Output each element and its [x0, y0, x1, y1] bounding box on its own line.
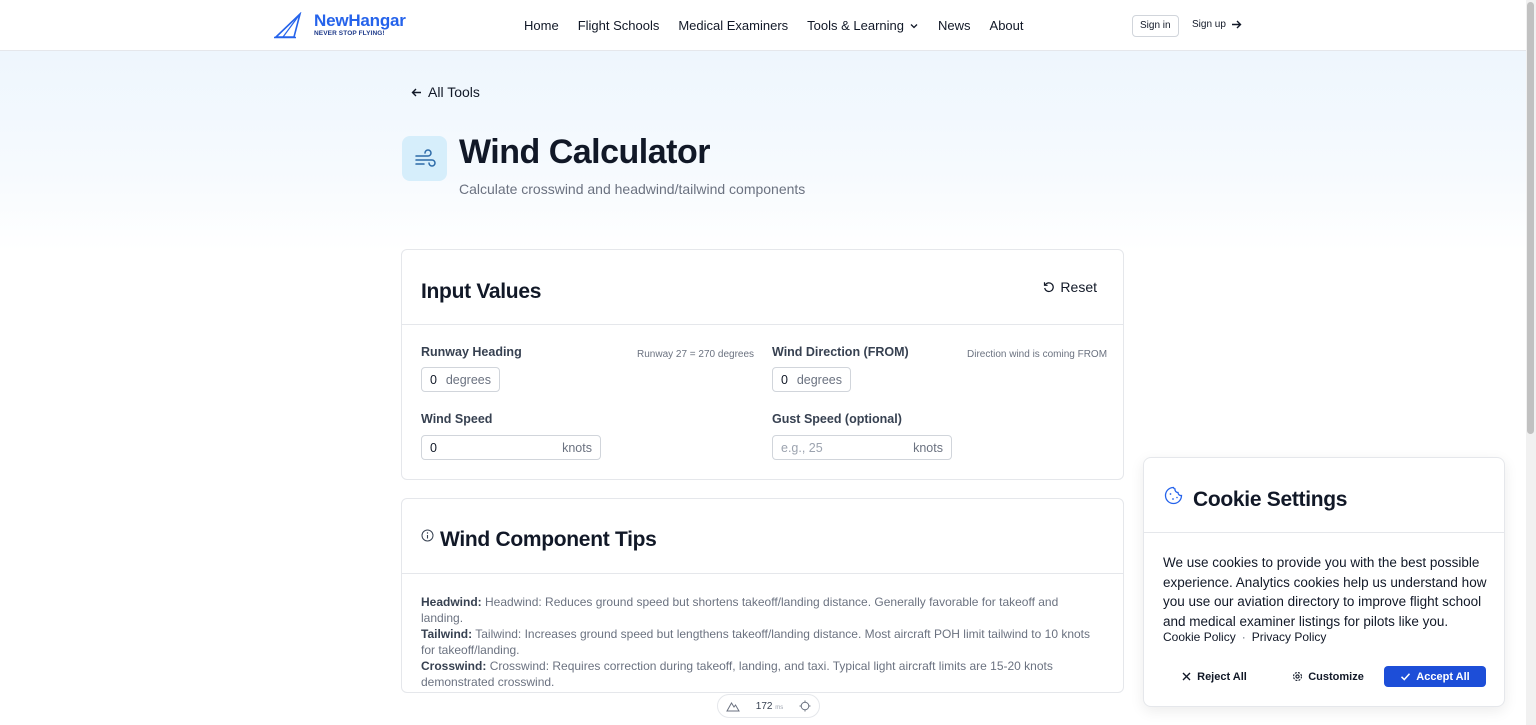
- perf-value: 172: [755, 700, 773, 712]
- reset-icon: [1044, 282, 1055, 292]
- site-header: NewHangar NEVER STOP FLYING! Home Flight…: [0, 0, 1526, 51]
- privacy-policy-link[interactable]: Privacy Policy: [1252, 630, 1327, 644]
- runway-heading-unit: degrees: [445, 372, 491, 387]
- sign-up-button[interactable]: Sign up: [1192, 19, 1242, 30]
- wind-direction-value: 0: [781, 372, 788, 387]
- sign-up-label: Sign up: [1192, 19, 1226, 30]
- runway-heading-hint: Runway 27 = 270 degrees: [637, 349, 755, 360]
- card-divider: [402, 324, 1123, 325]
- crosshair-icon: [799, 700, 811, 712]
- cookie-settings-panel: Cookie Settings We use cookies to provid…: [1143, 457, 1505, 707]
- tip-crosswind-text: Crosswind: Requires correction during ta…: [421, 659, 1053, 689]
- reset-label: Reset: [1060, 279, 1097, 295]
- wind-direction-unit: degrees: [796, 372, 842, 387]
- tip-tailwind: Tailwind: Tailwind: Increases ground spe…: [421, 626, 1101, 658]
- arrow-right-icon: [1231, 20, 1242, 29]
- cookie-title: Cookie Settings: [1193, 488, 1348, 511]
- wind-tips-card: Wind Component Tips Headwind: Headwind: …: [401, 498, 1124, 693]
- reject-all-button[interactable]: Reject All: [1178, 666, 1250, 687]
- gust-speed-label: Gust Speed (optional): [772, 412, 902, 426]
- perf-badge[interactable]: 172 ms: [717, 694, 820, 718]
- back-label: All Tools: [428, 84, 480, 100]
- wind-tips-title: Wind Component Tips: [440, 528, 657, 551]
- back-to-all-tools-link[interactable]: All Tools: [411, 84, 480, 100]
- nav-news[interactable]: News: [938, 18, 971, 33]
- wind-direction-hint: Direction wind is coming FROM: [967, 349, 1108, 360]
- tip-crosswind-label: Crosswind:: [421, 659, 487, 673]
- logo-name: NewHangar: [314, 11, 406, 30]
- nav-about[interactable]: About: [990, 18, 1024, 33]
- accept-all-button[interactable]: Accept All: [1384, 666, 1486, 687]
- main-nav: Home Flight Schools Medical Examiners To…: [524, 18, 1043, 33]
- scrollbar-thumb[interactable]: [1527, 2, 1534, 434]
- check-icon: [1401, 673, 1411, 681]
- logo-tagline: NEVER STOP FLYING!: [314, 30, 385, 37]
- logo[interactable]: NewHangar NEVER STOP FLYING!: [274, 12, 406, 39]
- wind-speed-input[interactable]: 0 knots: [421, 435, 601, 460]
- gust-speed-placeholder: e.g., 25: [781, 440, 823, 455]
- cookie-text: We use cookies to provide you with the b…: [1163, 555, 1487, 629]
- tip-tailwind-text: Tailwind: Increases ground speed but len…: [421, 627, 1091, 657]
- page-subtitle: Calculate crosswind and headwind/tailwin…: [459, 181, 806, 197]
- cookie-icon: [1164, 486, 1183, 505]
- nav-medical-examiners[interactable]: Medical Examiners: [678, 18, 788, 33]
- close-icon: [1182, 672, 1191, 681]
- arrow-left-icon: [411, 88, 421, 96]
- reject-all-label: Reject All: [1197, 670, 1247, 683]
- tip-headwind-label: Headwind:: [421, 595, 482, 609]
- sign-in-button[interactable]: Sign in: [1132, 15, 1179, 37]
- wind-speed-value: 0: [430, 440, 437, 455]
- tip-crosswind: Crosswind: Crosswind: Requires correctio…: [421, 658, 1101, 690]
- page-title: Wind Calculator: [459, 133, 711, 171]
- runway-heading-value: 0: [430, 372, 437, 387]
- gust-speed-input[interactable]: e.g., 25 knots: [772, 435, 952, 460]
- link-separator: ·: [1241, 630, 1246, 644]
- wind-icon: [414, 148, 436, 167]
- nav-tools-learning-label: Tools & Learning: [807, 18, 905, 33]
- nav-tools-learning[interactable]: Tools & Learning: [807, 18, 919, 33]
- tip-headwind: Headwind: Headwind: Reduces ground speed…: [421, 594, 1101, 626]
- wind-speed-unit: knots: [562, 440, 592, 455]
- tip-headwind-text: Headwind: Reduces ground speed but short…: [421, 595, 1059, 625]
- perf-unit: ms: [775, 704, 784, 711]
- logo-icon: [274, 12, 302, 39]
- cookie-links: Cookie Policy · Privacy Policy: [1163, 630, 1326, 644]
- wind-speed-label: Wind Speed: [421, 412, 493, 426]
- customize-button[interactable]: Customize: [1288, 666, 1368, 687]
- gear-icon: [1293, 671, 1303, 682]
- cookie-policy-link[interactable]: Cookie Policy: [1163, 630, 1236, 644]
- accept-all-label: Accept All: [1416, 670, 1470, 683]
- runway-heading-input[interactable]: 0 degrees: [421, 367, 500, 392]
- tips-list: Headwind: Headwind: Reduces ground speed…: [421, 594, 1101, 690]
- mountain-icon: [726, 702, 740, 712]
- customize-label: Customize: [1308, 670, 1364, 683]
- card-divider: [402, 573, 1123, 574]
- input-values-title: Input Values: [421, 280, 542, 303]
- reset-button[interactable]: Reset: [1043, 279, 1097, 295]
- chevron-down-icon: [910, 23, 918, 28]
- wind-direction-input[interactable]: 0 degrees: [772, 367, 851, 392]
- hero-background: [0, 51, 1526, 251]
- runway-heading-label: Runway Heading: [421, 345, 522, 359]
- cookie-divider: [1144, 532, 1504, 533]
- nav-home[interactable]: Home: [524, 18, 559, 33]
- input-values-card: Input Values Reset Runway Heading Runway…: [401, 249, 1124, 480]
- wind-direction-label: Wind Direction (FROM): [772, 345, 909, 359]
- perf-readout: 172 ms: [756, 701, 783, 712]
- tip-tailwind-label: Tailwind:: [421, 627, 473, 641]
- info-icon: [421, 529, 434, 542]
- nav-flight-schools[interactable]: Flight Schools: [578, 18, 660, 33]
- wind-tool-icon-badge: [402, 136, 447, 181]
- gust-speed-unit: knots: [913, 440, 943, 455]
